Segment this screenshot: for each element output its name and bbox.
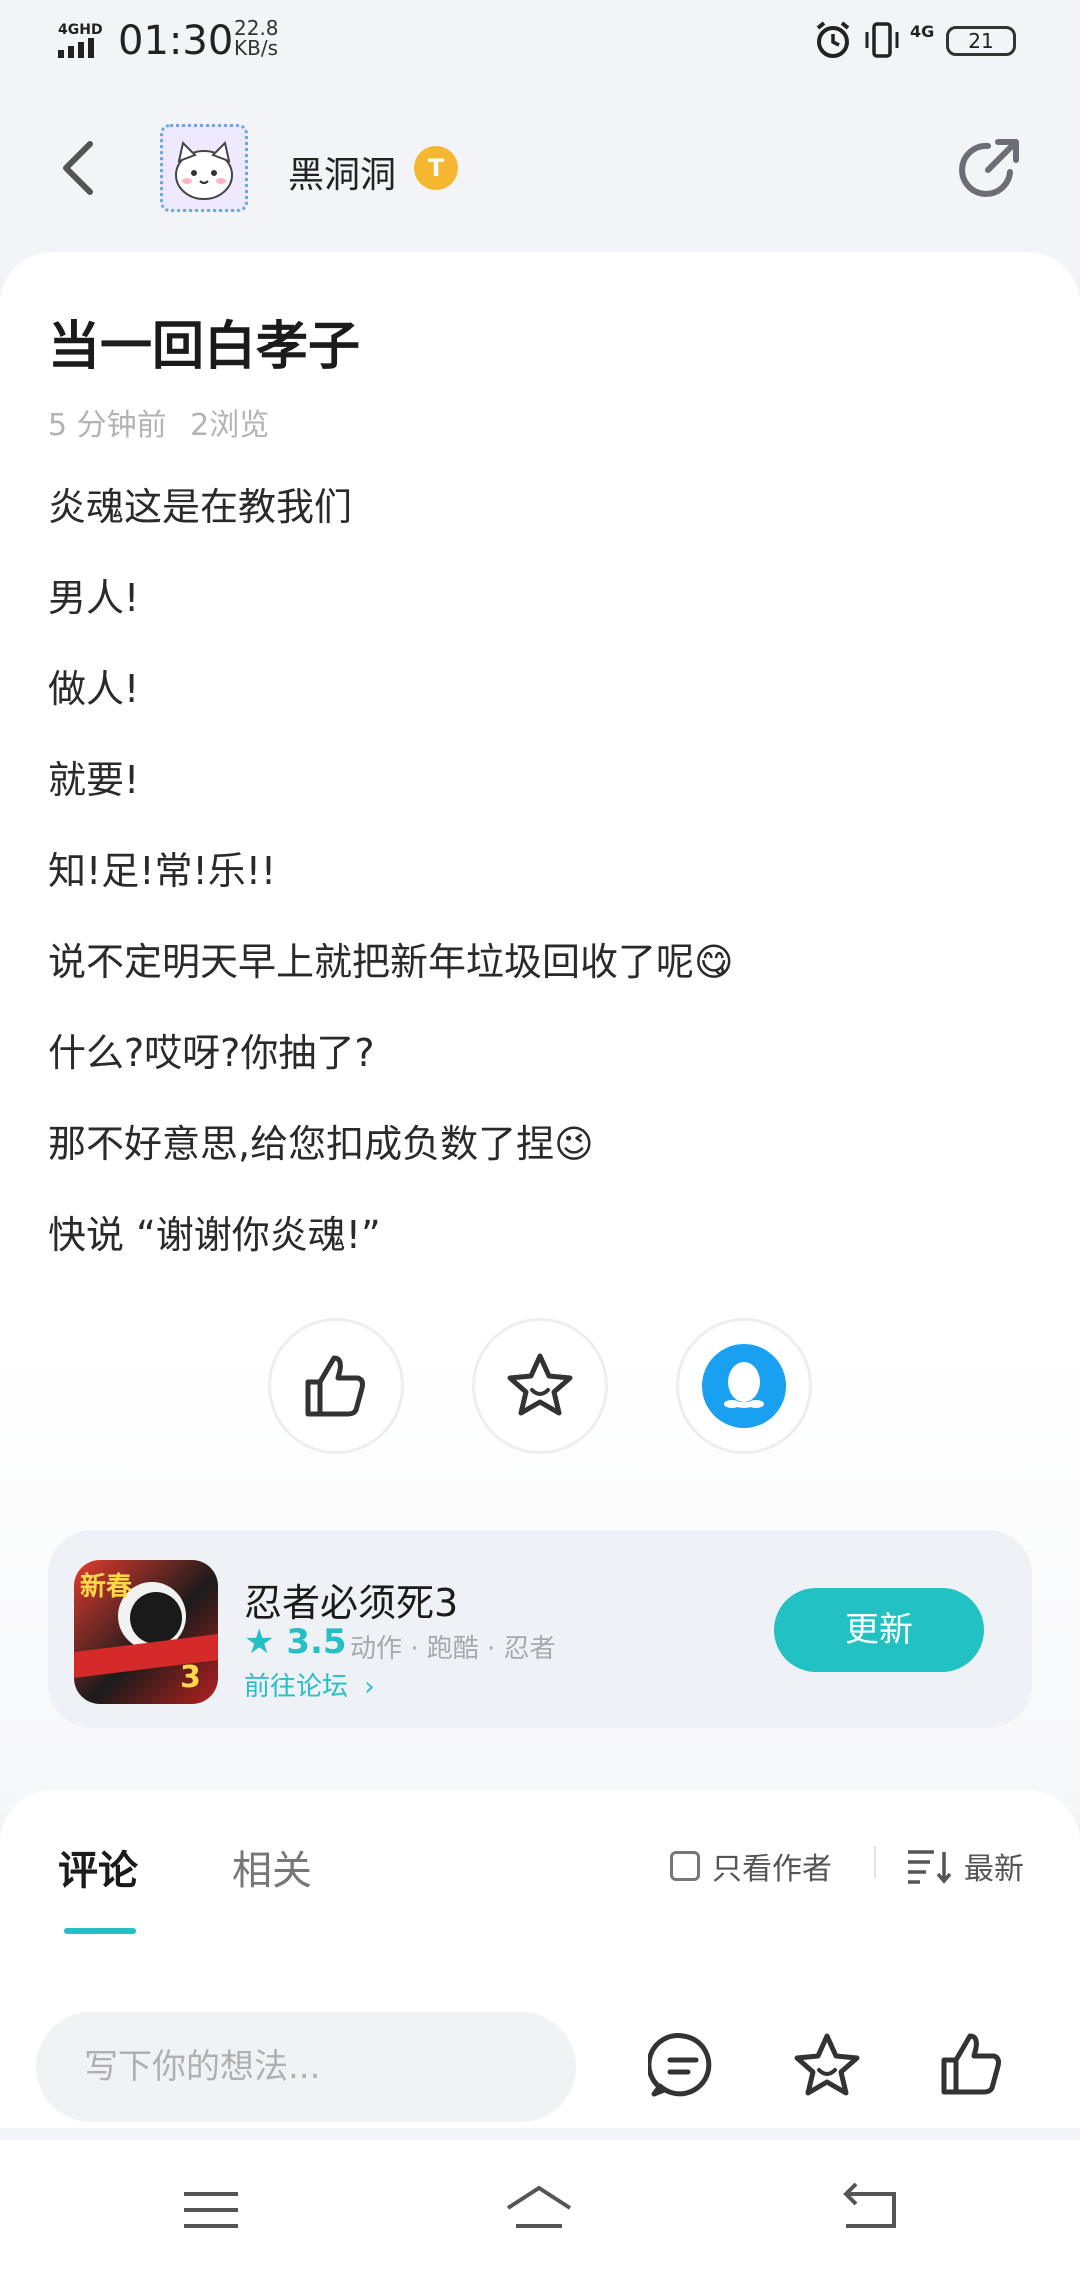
post-views: 2浏览 bbox=[190, 408, 270, 443]
comment-input[interactable] bbox=[36, 2012, 576, 2122]
post-line: 男人! bbox=[48, 576, 140, 620]
level-badge: T bbox=[414, 146, 458, 190]
update-button[interactable]: 更新 bbox=[774, 1588, 984, 1672]
tab-comments[interactable]: 评论 bbox=[58, 1838, 138, 1896]
forum-link[interactable]: 前往论坛 › bbox=[244, 1666, 375, 1703]
vibrate-icon bbox=[865, 22, 899, 58]
post-meta: 5 分钟前 2浏览 bbox=[48, 400, 269, 444]
sort-button[interactable]: 最新 bbox=[906, 1844, 1024, 1888]
game-icon-text: 新春 bbox=[80, 1572, 133, 1602]
like-button[interactable] bbox=[268, 1318, 404, 1454]
menu-icon[interactable] bbox=[176, 2180, 246, 2240]
signal-icon bbox=[58, 38, 94, 58]
back-nav-icon[interactable] bbox=[834, 2180, 904, 2240]
thumbs-up-icon bbox=[305, 1355, 365, 1417]
checkbox-icon[interactable] bbox=[670, 1851, 700, 1881]
share-icon[interactable] bbox=[954, 134, 1024, 204]
post-line: 说不定明天早上就把新年垃圾回收了呢😋 bbox=[48, 940, 734, 984]
game-tags: 动作 · 跑酷 · 忍者 bbox=[350, 1634, 556, 1664]
game-icon[interactable]: 新春 3 bbox=[74, 1560, 218, 1704]
battery-indicator: 21 bbox=[946, 26, 1016, 56]
clock: 01:30 bbox=[118, 18, 234, 64]
star-rating-icon: ★ bbox=[244, 1622, 275, 1662]
tab-related[interactable]: 相关 bbox=[232, 1838, 312, 1896]
favorite-icon[interactable] bbox=[792, 2030, 862, 2100]
comment-icon[interactable] bbox=[648, 2030, 718, 2100]
post-line: 炎魂这是在教我们 bbox=[48, 485, 353, 529]
qq-share-button[interactable] bbox=[676, 1318, 812, 1454]
game-rating: ★ 3.5 bbox=[244, 1622, 347, 1662]
game-icon-number: 3 bbox=[180, 1660, 201, 1695]
active-tab-indicator bbox=[64, 1928, 136, 1934]
network-type-right: 4G bbox=[910, 22, 935, 41]
only-author-toggle[interactable]: 只看作者 bbox=[670, 1844, 832, 1888]
post-line: 做人! bbox=[48, 667, 140, 711]
network-speed: 22.8 KB/s bbox=[234, 16, 279, 60]
post-line: 那不好意思,给您扣成负数了捏😉 bbox=[48, 1122, 594, 1166]
favorite-button[interactable] bbox=[472, 1318, 608, 1454]
battery-level: 21 bbox=[968, 29, 994, 53]
sort-icon bbox=[908, 1850, 952, 1884]
chevron-right-icon: › bbox=[364, 1672, 375, 1702]
author-avatar[interactable] bbox=[160, 124, 248, 212]
post-title: 当一回白孝子 bbox=[48, 317, 361, 377]
alarm-icon bbox=[816, 21, 850, 58]
post-line: 什么?哎呀?你抽了? bbox=[48, 1031, 375, 1075]
divider bbox=[874, 1846, 876, 1878]
game-name[interactable]: 忍者必须死3 bbox=[244, 1572, 458, 1627]
back-arrow-icon[interactable] bbox=[58, 138, 98, 198]
home-icon[interactable] bbox=[504, 2180, 574, 2240]
author-name[interactable]: 黑洞洞 bbox=[288, 146, 396, 198]
status-bar: 4GHD 01:30 22.8 KB/s 4G 21 bbox=[0, 0, 1080, 80]
post-time: 5 分钟前 bbox=[48, 408, 167, 443]
post-line: 知!足!常!乐!! bbox=[48, 849, 277, 893]
qq-icon bbox=[702, 1344, 786, 1428]
star-icon bbox=[507, 1353, 573, 1416]
cat-avatar-icon bbox=[175, 141, 233, 200]
like-icon[interactable] bbox=[936, 2030, 1006, 2100]
post-line: 快说 “谢谢你炎魂!” bbox=[48, 1213, 381, 1257]
post-line: 就要! bbox=[48, 758, 140, 802]
